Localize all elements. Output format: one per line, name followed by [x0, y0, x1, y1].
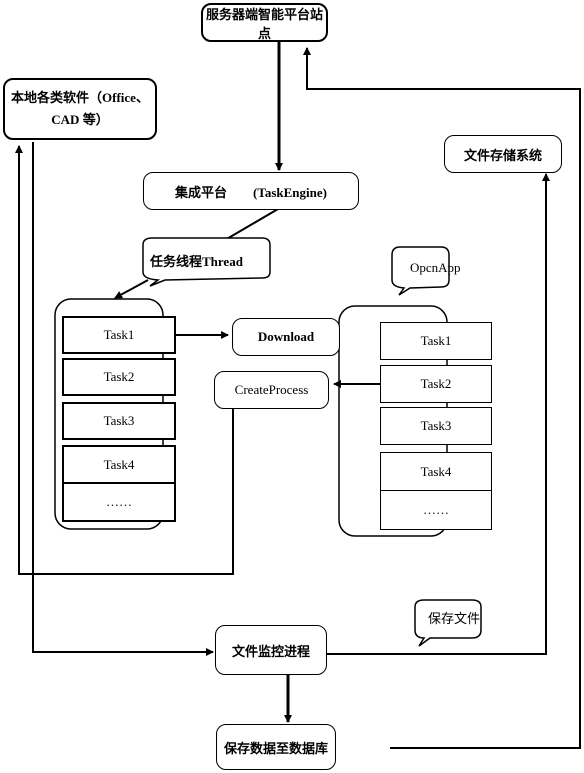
left-task-3: Task3 — [62, 402, 176, 440]
create-process-box: CreateProcess — [214, 371, 329, 409]
integration-platform-label: 集成平台 (TaskEngine) — [175, 184, 327, 200]
save-db-box: 保存数据至数据库 — [216, 724, 336, 770]
openapp-bubble-label: OpcnApp — [410, 260, 461, 275]
right-task-4: Task4 — [380, 452, 492, 491]
local-software-box: 本地各类软件（Office、 CAD 等） — [3, 78, 157, 140]
local-software-label-line1: 本地各类软件（Office、 — [11, 90, 149, 105]
server-site-box: 服务器端智能平台站点 — [201, 3, 328, 42]
right-task-3: Task3 — [380, 407, 492, 445]
file-storage-label: 文件存储系统 — [463, 147, 542, 163]
left-task-4: Task4 — [62, 445, 176, 484]
server-site-label: 服务器端智能平台站点 — [205, 6, 323, 41]
right-task-2: Task2 — [380, 365, 492, 403]
integration-platform-box: 集成平台 (TaskEngine) — [143, 172, 359, 210]
right-task-more: …… — [380, 490, 492, 530]
left-task-more: …… — [62, 482, 176, 522]
arrow-local-software-to-monitor — [32, 142, 214, 656]
file-storage-box: 文件存储系统 — [444, 135, 562, 173]
create-process-label: CreateProcess — [234, 382, 309, 397]
platform-thread-link — [224, 208, 279, 241]
save-db-label: 保存数据至数据库 — [223, 740, 328, 756]
thread-to-tasks-arrow — [114, 279, 149, 299]
local-software-label-line2: CAD 等） — [51, 112, 109, 127]
left-task-1: Task1 — [62, 316, 176, 354]
save-file-bubble-label: 保存文件 — [428, 611, 481, 626]
left-task-2: Task2 — [62, 358, 176, 396]
file-monitor-box: 文件监控进程 — [215, 625, 327, 675]
thread-bubble-label: 任务线程Thread — [150, 254, 243, 269]
right-task-1: Task1 — [380, 322, 492, 360]
file-monitor-label: 文件监控进程 — [231, 643, 310, 659]
download-box: Download — [232, 318, 340, 356]
download-label: Download — [257, 329, 315, 344]
